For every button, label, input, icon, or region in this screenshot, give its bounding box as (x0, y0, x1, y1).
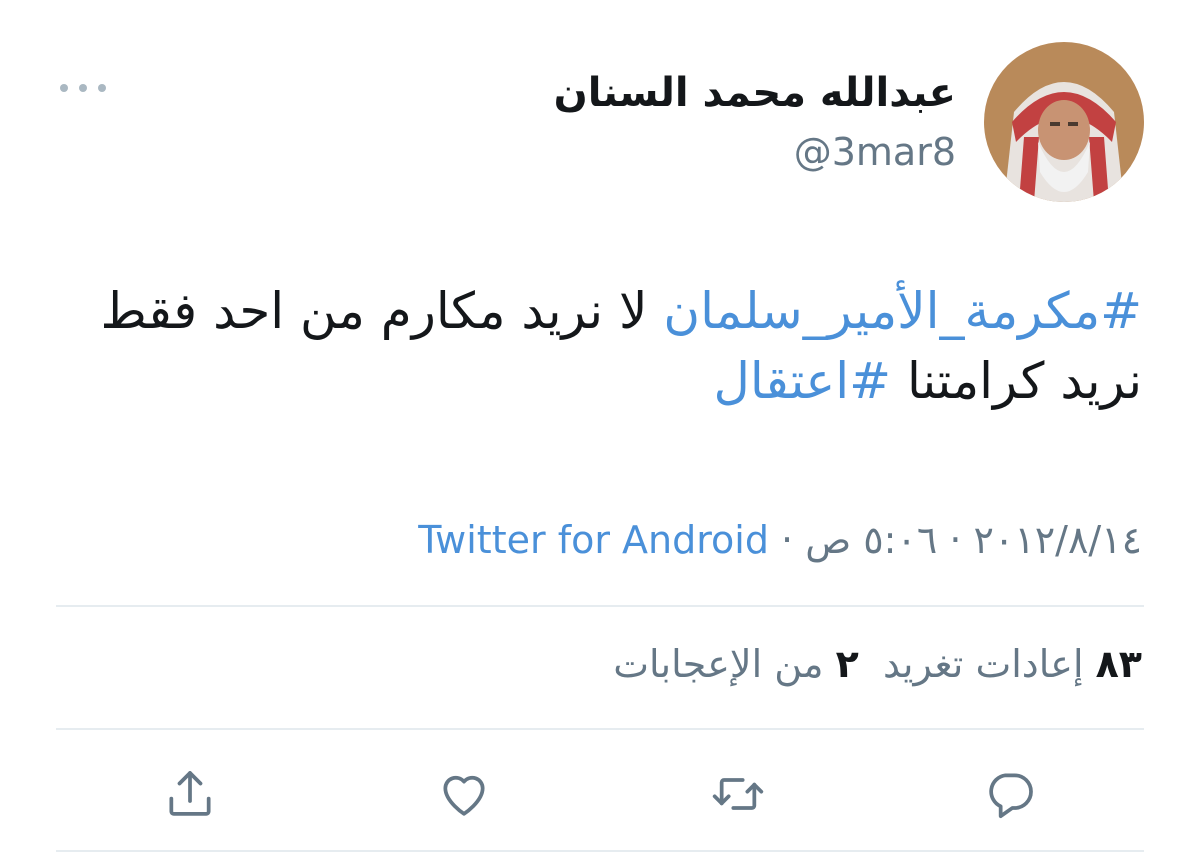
meta-separator: · (768, 518, 806, 562)
reply-button[interactable] (980, 764, 1040, 824)
retweets-count: ٨٣ (1095, 642, 1142, 686)
likes-label: من الإعجابات (613, 642, 824, 686)
display-name[interactable]: عبدالله محمد السنان (554, 67, 956, 119)
tweet-time: ٥:٠٦ ص (805, 518, 938, 562)
hashtag-link[interactable]: #مكرمة_الأمير_سلمان (663, 282, 1142, 340)
tweet-meta: ٢٠١٢/٨/١٤ · ٥:٠٦ ص · Twitter for Android (418, 514, 1142, 566)
more-dot (79, 84, 87, 92)
share-icon (169, 771, 211, 816)
reply-icon (989, 773, 1033, 819)
tweet-stats: ٨٣ إعادات تغريد ٢ من الإعجابات (613, 638, 1142, 690)
retweet-button[interactable] (708, 764, 768, 824)
user-handle[interactable]: @3mar8 (554, 127, 956, 177)
tweet-date: ٢٠١٢/٨/١٤ (973, 518, 1142, 562)
hashtag-link[interactable]: #اعتقال (713, 352, 891, 410)
tweet-text: #مكرمة_الأمير_سلمان لا نريد مكارم من احد… (92, 276, 1142, 416)
divider (56, 605, 1144, 607)
likes-stat[interactable]: ٢ من الإعجابات (613, 642, 859, 686)
like-button[interactable] (434, 764, 494, 824)
retweets-stat[interactable]: ٨٣ إعادات تغريد (883, 642, 1142, 686)
divider (56, 850, 1144, 852)
heart-icon (443, 775, 485, 816)
author-identity: عبدالله محمد السنان @3mar8 (554, 67, 956, 177)
meta-separator: · (937, 518, 974, 562)
tweet-header: عبدالله محمد السنان @3mar8 (554, 42, 1144, 202)
divider (56, 728, 1144, 730)
retweets-label: إعادات تغريد (882, 642, 1084, 686)
tweet-source-link[interactable]: Twitter for Android (418, 518, 769, 562)
more-options-button[interactable] (60, 78, 106, 98)
avatar[interactable] (984, 42, 1144, 202)
retweet-icon (712, 778, 764, 810)
share-button[interactable] (160, 764, 220, 824)
more-dot (60, 84, 68, 92)
more-dot (98, 84, 106, 92)
tweet-actions (56, 764, 1144, 824)
likes-count: ٢ (835, 642, 859, 686)
